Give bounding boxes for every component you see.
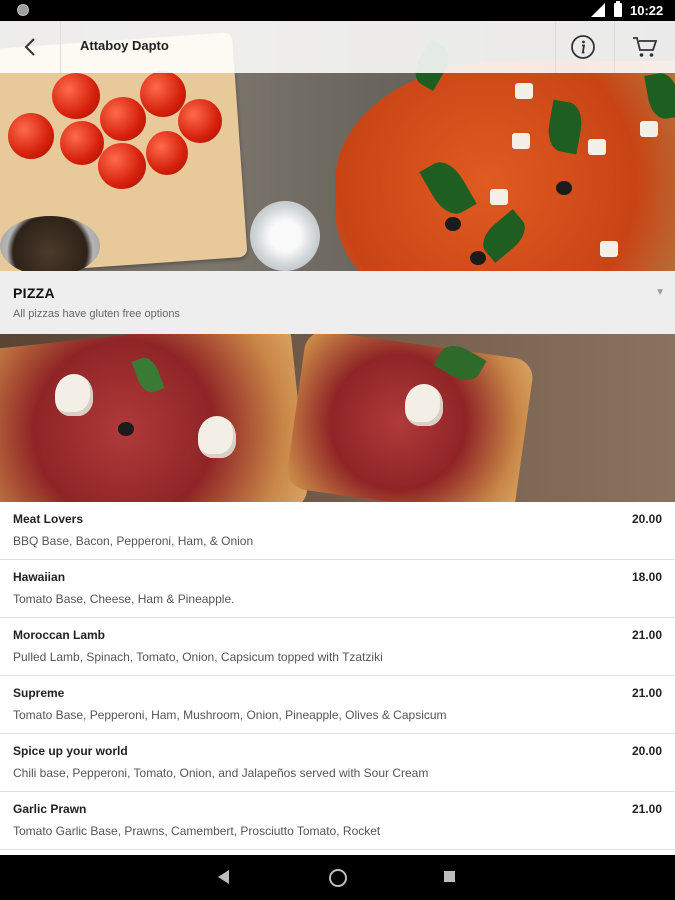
category-header[interactable]: PIZZA All pizzas have gluten free option…	[0, 271, 675, 334]
tomato-image	[140, 71, 186, 117]
cart-icon	[633, 37, 658, 57]
menu-item-price: 21.00	[631, 628, 662, 642]
category-title: PIZZA	[13, 285, 55, 301]
cheese-cube	[515, 83, 533, 99]
menu-item-price: 21.00	[631, 802, 662, 816]
battery-icon	[614, 1, 622, 17]
pizza-cutter-image	[250, 201, 320, 271]
notification-icon	[17, 4, 29, 16]
menu-item-description: BBQ Base, Bacon, Pepperoni, Ham, & Onion	[13, 534, 254, 548]
nav-back-icon[interactable]	[218, 870, 229, 884]
tomato-image	[178, 99, 222, 143]
clock: 10:22	[630, 3, 664, 18]
menu-item-hawaiian[interactable]: Hawaiian 18.00 Tomato Base, Cheese, Ham …	[0, 560, 675, 618]
cheese-cube	[600, 241, 618, 257]
mushroom	[198, 416, 236, 458]
menu-item-price: 20.00	[631, 512, 662, 526]
nav-recents-icon[interactable]	[444, 871, 455, 882]
menu-item-price: 20.00	[631, 744, 662, 758]
tomato-image	[60, 121, 104, 165]
cheese-cube	[490, 189, 508, 205]
divider	[60, 21, 61, 73]
menu-item-name: Meat Lovers	[13, 512, 84, 526]
menu-item-name: Hawaiian	[13, 570, 66, 584]
cheese-cube	[588, 139, 606, 155]
nav-home-icon[interactable]	[329, 869, 347, 887]
navigation-bar	[0, 855, 675, 900]
olive	[556, 181, 572, 195]
menu-item-description: Tomato Garlic Base, Prawns, Camembert, P…	[13, 824, 381, 838]
arrow-back-icon	[24, 38, 35, 56]
spice-bowl-image	[0, 216, 100, 271]
cheese-cube	[640, 121, 658, 137]
menu-item-description: Chili base, Pepperoni, Tomato, Onion, an…	[13, 766, 429, 780]
category-description: All pizzas have gluten free options	[13, 308, 180, 320]
info-button[interactable]	[556, 21, 610, 73]
mushroom	[55, 374, 93, 416]
menu-item-description: Tomato Base, Cheese, Ham & Pineapple.	[13, 592, 235, 606]
olive	[445, 217, 461, 231]
menu-item-name: Spice up your world	[13, 744, 128, 758]
menu-item-description: Tomato Base, Pepperoni, Ham, Mushroom, O…	[13, 708, 447, 722]
status-bar: 10:22	[0, 0, 675, 21]
menu-item-moroccan-lamb[interactable]: Moroccan Lamb 21.00 Pulled Lamb, Spinach…	[0, 618, 675, 676]
cheese-cube	[512, 133, 530, 149]
tomato-image	[8, 113, 54, 159]
menu-item-description: Pulled Lamb, Spinach, Tomato, Onion, Cap…	[13, 650, 383, 664]
menu-list: Meat Lovers 20.00 BBQ Base, Bacon, Peppe…	[0, 502, 675, 850]
olive	[470, 251, 486, 265]
signal-icon	[591, 3, 605, 17]
tomato-image	[146, 131, 188, 175]
menu-item-garlic-prawn[interactable]: Garlic Prawn 21.00 Tomato Garlic Base, P…	[0, 792, 675, 850]
category-image	[0, 334, 675, 502]
menu-item-supreme[interactable]: Supreme 21.00 Tomato Base, Pepperoni, Ha…	[0, 676, 675, 734]
info-icon	[571, 35, 595, 59]
cart-button[interactable]	[615, 21, 675, 73]
pizza-slice-image	[0, 334, 310, 502]
menu-item-spice-up-your-world[interactable]: Spice up your world 20.00 Chili base, Pe…	[0, 734, 675, 792]
tomato-image	[52, 73, 100, 119]
tomato-image	[98, 143, 146, 189]
menu-item-name: Garlic Prawn	[13, 802, 87, 816]
tomato-image	[100, 97, 146, 141]
menu-item-name: Moroccan Lamb	[13, 628, 106, 642]
back-button[interactable]	[0, 21, 60, 73]
app-bar: Attaboy Dapto	[0, 21, 675, 73]
page-title: Attaboy Dapto	[80, 38, 169, 53]
menu-item-price: 21.00	[631, 686, 662, 700]
olive	[118, 422, 134, 436]
mushroom	[405, 384, 443, 426]
menu-item-price: 18.00	[631, 570, 662, 584]
menu-item-meat-lovers[interactable]: Meat Lovers 20.00 BBQ Base, Bacon, Peppe…	[0, 502, 675, 560]
menu-item-name: Supreme	[13, 686, 65, 700]
chevron-down-icon[interactable]: ▼	[655, 287, 665, 298]
